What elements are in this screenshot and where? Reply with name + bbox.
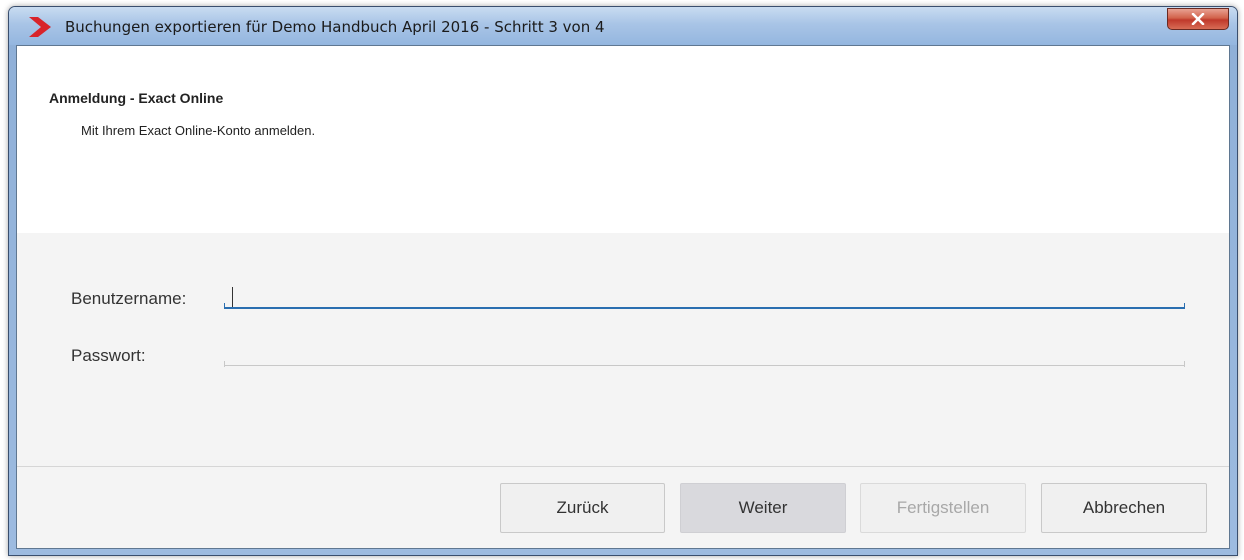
close-button[interactable] xyxy=(1167,8,1229,30)
red-chevron-logo-icon xyxy=(29,17,51,37)
back-button[interactable]: Zurück xyxy=(500,483,665,533)
password-input-left-tick xyxy=(224,361,225,367)
wizard-step-title: Anmeldung - Exact Online xyxy=(49,90,224,106)
username-label: Benutzername: xyxy=(71,289,187,308)
title-bar[interactable]: Buchungen exportieren für Demo Handbuch … xyxy=(9,7,1237,45)
window-title: Buchungen exportieren für Demo Handbuch … xyxy=(65,18,605,36)
username-input-left-tick xyxy=(224,303,225,309)
login-form: Benutzername: Passwort: xyxy=(17,233,1229,466)
password-input[interactable] xyxy=(224,332,1185,366)
dialog-window: Buchungen exportieren für Demo Handbuch … xyxy=(8,6,1238,556)
footer-separator xyxy=(17,466,1229,467)
next-button[interactable]: Weiter xyxy=(680,483,846,533)
dialog-content: Anmeldung - Exact Online Mit Ihrem Exact… xyxy=(16,45,1230,549)
finish-button: Fertigstellen xyxy=(860,483,1026,533)
wizard-header: Anmeldung - Exact Online Mit Ihrem Exact… xyxy=(17,46,1229,233)
text-caret xyxy=(232,287,233,307)
username-input[interactable] xyxy=(224,275,1185,309)
close-x-icon xyxy=(1191,13,1205,25)
password-label: Passwort: xyxy=(71,346,146,365)
cancel-button[interactable]: Abbrechen xyxy=(1041,483,1207,533)
password-input-right-tick xyxy=(1184,361,1185,367)
username-input-right-tick xyxy=(1184,303,1185,309)
wizard-step-subtitle: Mit Ihrem Exact Online-Konto anmelden. xyxy=(81,123,316,138)
